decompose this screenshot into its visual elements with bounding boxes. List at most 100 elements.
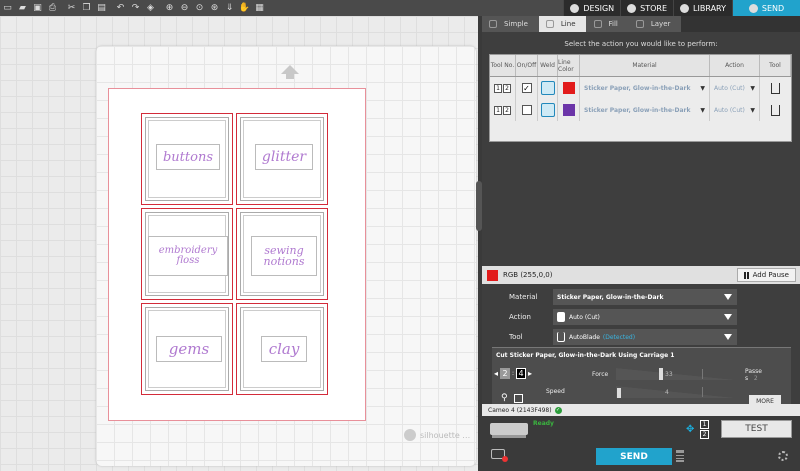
zoom-out-icon[interactable]: ⊖ xyxy=(177,1,192,15)
material-select[interactable]: Sticker Paper, Glow-in-the-Dark ▼ xyxy=(580,77,710,99)
print-icon[interactable]: ⎙ xyxy=(45,1,60,15)
cut-icon[interactable]: ✂ xyxy=(64,1,79,15)
design-cell[interactable]: sewing notions xyxy=(236,208,328,300)
move-arrows-icon[interactable]: ✥ xyxy=(686,424,694,435)
carriage-selector[interactable]: 12 xyxy=(700,420,709,439)
library-stack-icon[interactable] xyxy=(676,450,684,462)
copy-icon[interactable]: ❐ xyxy=(79,1,94,15)
paste-icon[interactable]: ▤ xyxy=(94,1,109,15)
design-cell[interactable]: clay xyxy=(236,303,328,395)
weld-icon[interactable] xyxy=(540,81,555,95)
cell-label[interactable]: gems xyxy=(156,336,222,362)
pan-icon[interactable]: ⇓ xyxy=(222,1,237,15)
open-file-icon[interactable]: ▰ xyxy=(15,1,30,15)
force-slider-knob[interactable] xyxy=(659,368,663,380)
speed-stepper[interactable] xyxy=(702,387,708,397)
add-pause-label: Add Pause xyxy=(752,271,789,279)
drag-icon[interactable]: ✋ xyxy=(237,1,252,15)
tool-number-option[interactable]: 1 xyxy=(494,105,502,115)
store-tab[interactable]: STORE xyxy=(620,0,674,16)
cell-label[interactable]: clay xyxy=(261,336,307,362)
zoom-in-icon[interactable]: ⊕ xyxy=(162,1,177,15)
group-icon[interactable]: ◈ xyxy=(143,1,158,15)
table-row[interactable]: 1 2 ✓ Sticker Paper, Glow-in-the-Dark ▼ Auto … xyxy=(490,77,791,99)
tool-number[interactable]: 12 xyxy=(494,83,511,93)
material-select[interactable]: Sticker Paper, Glow-in-the-Dark ▼ xyxy=(580,99,710,121)
material-select[interactable]: Sticker Paper, Glow-in-the-Dark xyxy=(553,289,737,305)
carriage-2[interactable]: 2 xyxy=(700,430,709,439)
blade-value-2[interactable]: 4 xyxy=(516,368,527,379)
tab-simple[interactable]: Simple xyxy=(482,16,539,32)
material-row: Material Sticker Paper, Glow-in-the-Dark xyxy=(487,288,737,306)
table-row[interactable]: 1 2 Sticker Paper, Glow-in-the-Dark ▼ Auto (… xyxy=(490,99,791,121)
action-select[interactable]: Auto (Cut) ▼ xyxy=(710,77,760,99)
panel-empty-area xyxy=(482,142,800,266)
tool-number-option[interactable]: 1 xyxy=(494,83,502,93)
tab-line[interactable]: Line xyxy=(538,16,587,32)
force-value[interactable]: 33 xyxy=(665,371,673,378)
instruction-text: Select the action you would like to perf… xyxy=(564,40,718,48)
library-tab[interactable]: LIBRARY xyxy=(673,0,732,16)
undo-icon[interactable]: ↶ xyxy=(113,1,128,15)
tool-number-cell[interactable]: 12 xyxy=(490,77,516,99)
watermark: silhouette … xyxy=(404,429,470,441)
weld-icon[interactable] xyxy=(540,103,555,117)
tool-number-option[interactable]: 2 xyxy=(503,83,511,93)
passes-label-suffix: s xyxy=(745,374,749,382)
autoblade-icon[interactable] xyxy=(771,82,780,94)
zoom-box-icon[interactable]: ⊙ xyxy=(192,1,207,15)
silhouette-logo-icon xyxy=(404,429,416,441)
new-file-icon[interactable]: ▭ xyxy=(0,1,15,15)
tab-layer[interactable]: Layer xyxy=(628,16,682,32)
cell-label[interactable]: sewing notions xyxy=(251,236,317,276)
blade-depth-control[interactable]: ◂ 2 : 4 ▸ xyxy=(494,368,532,379)
square-option-icon[interactable] xyxy=(513,393,523,403)
machine-bar[interactable]: Cameo 4 (2143F498) ✓ xyxy=(482,404,800,416)
passes-control[interactable]: Passe s 2 xyxy=(745,368,762,382)
cell-label[interactable]: buttons xyxy=(156,144,220,170)
test-button[interactable]: TEST xyxy=(721,420,792,438)
cell-label[interactable]: embroidery floss xyxy=(148,236,228,276)
on-off-checkbox[interactable] xyxy=(521,105,532,115)
tool-number-cell[interactable]: 12 xyxy=(490,99,516,121)
design-cell[interactable]: embroidery floss xyxy=(141,208,233,300)
carriage-1[interactable]: 1 xyxy=(700,420,709,429)
blade-right-arrow-icon[interactable]: ▸ xyxy=(528,369,532,378)
blade-left-arrow-icon[interactable]: ◂ xyxy=(494,369,498,378)
zoom-fit-icon[interactable]: ⊛ xyxy=(207,1,222,15)
design-canvas[interactable]: buttons glitter embroidery floss sewing notio… xyxy=(0,16,482,471)
tool-number-option[interactable]: 2 xyxy=(503,105,511,115)
send-tab[interactable]: SEND xyxy=(732,0,800,16)
tool-select[interactable]: AutoBlade (Detected) xyxy=(553,329,737,345)
save-icon[interactable]: ▣ xyxy=(30,1,45,15)
tab-fill[interactable]: Fill xyxy=(586,16,629,32)
design-cell[interactable]: buttons xyxy=(141,113,233,205)
speed-slider-knob[interactable] xyxy=(617,388,621,398)
passes-value[interactable]: 2 xyxy=(754,375,758,382)
force-stepper[interactable] xyxy=(702,369,708,379)
design-tab[interactable]: DESIGN xyxy=(563,0,621,16)
cell-label[interactable]: glitter xyxy=(255,144,313,170)
design-cell[interactable]: gems xyxy=(141,303,233,395)
on-off-checkbox[interactable]: ✓ xyxy=(521,83,532,93)
action-select[interactable]: Auto (Cut) xyxy=(553,309,737,325)
force-slider[interactable] xyxy=(616,368,736,380)
send-button[interactable]: SEND xyxy=(596,448,672,465)
machine-connection-icon[interactable] xyxy=(491,449,508,462)
store-icon xyxy=(627,3,637,13)
add-pause-button[interactable]: Add Pause xyxy=(736,268,796,282)
design-cell[interactable]: glitter xyxy=(236,113,328,205)
grid-icon[interactable]: ▦ xyxy=(252,1,267,15)
speed-value[interactable]: 4 xyxy=(665,389,669,396)
tool-label: Tool xyxy=(509,333,523,341)
line-color-swatch xyxy=(562,104,575,116)
redo-icon[interactable]: ↷ xyxy=(128,1,143,15)
library-tab-label: LIBRARY xyxy=(693,3,726,13)
gear-icon[interactable] xyxy=(778,451,788,461)
tool-number[interactable]: 12 xyxy=(494,105,511,115)
blade-value-1[interactable]: 2 xyxy=(500,368,511,379)
speed-slider[interactable] xyxy=(616,386,736,398)
line-segment-overcut-icon[interactable]: ⚲ xyxy=(501,393,508,403)
action-select[interactable]: Auto (Cut) ▼ xyxy=(710,99,760,121)
autoblade-icon[interactable] xyxy=(771,104,780,116)
